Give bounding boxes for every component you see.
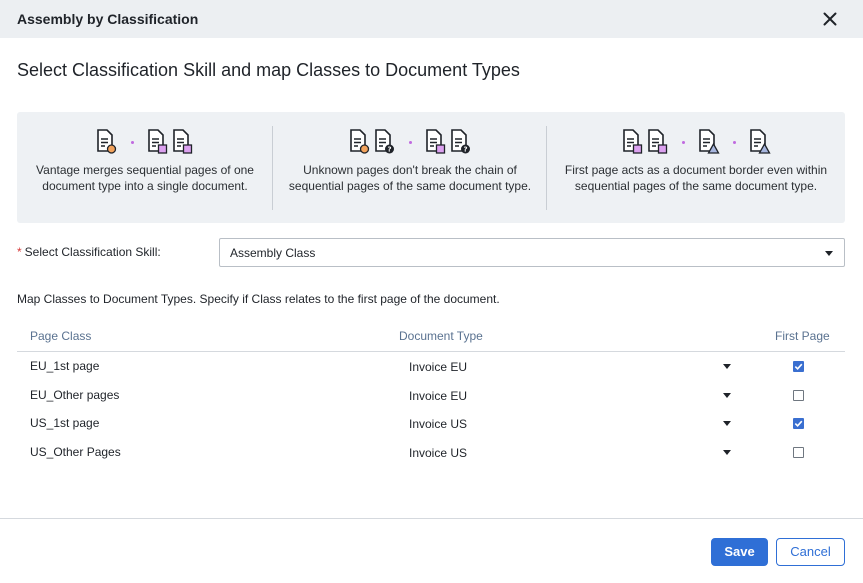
page-title: Select Classification Skill and map Clas… [17, 60, 520, 80]
page-class-cell: EU_Other pages [30, 388, 120, 402]
svg-text:?: ? [387, 146, 391, 154]
dialog-titlebar: Assembly by Classification [0, 0, 863, 38]
checkmark-icon [794, 363, 803, 370]
mapping-instructions: Map Classes to Document Types. Specify i… [17, 292, 500, 306]
page-question-icon: ? [374, 129, 394, 154]
document-type-select[interactable]: Invoice EU [397, 352, 733, 380]
info-icons [547, 128, 845, 156]
page-square-icon [622, 129, 642, 154]
info-column-merge: Vantage merges sequential pages of one d… [17, 112, 273, 223]
page-class-cell: US_1st page [30, 416, 100, 430]
skill-label-text: Select Classification Skill: [24, 245, 161, 259]
required-marker: * [17, 245, 22, 259]
page-triangle-icon [698, 129, 720, 154]
classification-skill-select[interactable]: Assembly Class [219, 238, 845, 267]
table-row: EU_Other pages Invoice EU [17, 381, 845, 409]
chevron-down-icon [825, 251, 833, 256]
document-type-value: Invoice EU [409, 389, 468, 403]
first-page-checkbox[interactable] [793, 390, 804, 401]
first-page-checkbox[interactable] [793, 447, 804, 458]
page-class-cell: EU_1st page [30, 359, 100, 373]
separator-dot [408, 140, 412, 144]
separator-dot [131, 140, 134, 144]
first-page-checkbox[interactable] [793, 418, 804, 429]
chevron-down-icon [723, 393, 731, 398]
info-description: Vantage merges sequential pages of one d… [17, 162, 273, 194]
info-icons [17, 128, 273, 156]
info-text-line: Unknown pages don't break the chain of [303, 163, 517, 177]
close-icon[interactable] [820, 9, 840, 29]
table-row: EU_1st page Invoice EU [17, 352, 845, 380]
chevron-down-icon [723, 364, 731, 369]
page-square-icon [173, 129, 193, 154]
document-type-select[interactable]: Invoice US [397, 438, 733, 466]
info-text-line: sequential pages of the same document ty… [288, 179, 532, 193]
info-panel: Vantage merges sequential pages of one d… [17, 112, 845, 223]
svg-text:?: ? [463, 146, 467, 154]
page-circle-icon [349, 129, 369, 154]
info-text-line: document type into a single document. [42, 179, 248, 193]
info-icons: ? ? [273, 128, 547, 156]
page-question-icon: ? [450, 129, 470, 154]
info-text-line: First page acts as a document border eve… [564, 163, 828, 177]
column-header-first-page: First Page [775, 329, 830, 343]
info-text-line: sequential pages of the same document ty… [574, 179, 818, 193]
table-row: US_Other Pages Invoice US [17, 438, 845, 466]
column-header-page-class: Page Class [30, 329, 92, 343]
separator-dot [732, 140, 736, 144]
page-square-icon [148, 129, 168, 154]
dialog-title: Assembly by Classification [17, 11, 199, 27]
document-type-value: Invoice US [409, 446, 468, 460]
skill-select-value: Assembly Class [230, 246, 316, 260]
separator-dot [681, 140, 685, 144]
table-row: US_1st page Invoice US [17, 409, 845, 437]
info-description: Unknown pages don't break the chain of s… [273, 162, 547, 194]
document-type-select[interactable]: Invoice EU [397, 381, 733, 409]
skill-label: * Select Classification Skill: [17, 245, 161, 259]
save-button[interactable]: Save [711, 538, 768, 566]
document-type-select[interactable]: Invoice US [397, 409, 733, 437]
first-page-checkbox[interactable] [793, 361, 804, 372]
page-circle-icon [97, 129, 117, 154]
document-type-value: Invoice EU [409, 360, 468, 374]
page-square-icon [647, 129, 667, 154]
page-triangle-icon [749, 129, 771, 154]
document-type-value: Invoice US [409, 417, 468, 431]
cancel-button[interactable]: Cancel [776, 538, 845, 566]
column-header-document-type: Document Type [399, 329, 483, 343]
chevron-down-icon [723, 450, 731, 455]
chevron-down-icon [723, 421, 731, 426]
page-class-cell: US_Other Pages [30, 445, 121, 459]
info-column-first-page: First page acts as a document border eve… [547, 112, 845, 223]
footer-divider [0, 518, 863, 519]
checkmark-icon [794, 420, 803, 427]
info-description: First page acts as a document border eve… [547, 162, 845, 194]
info-column-unknown: ? ? Unknown pages don't break the chain … [273, 112, 547, 223]
page-square-icon [425, 129, 445, 154]
info-text-line: Vantage merges sequential pages of one [36, 163, 254, 177]
